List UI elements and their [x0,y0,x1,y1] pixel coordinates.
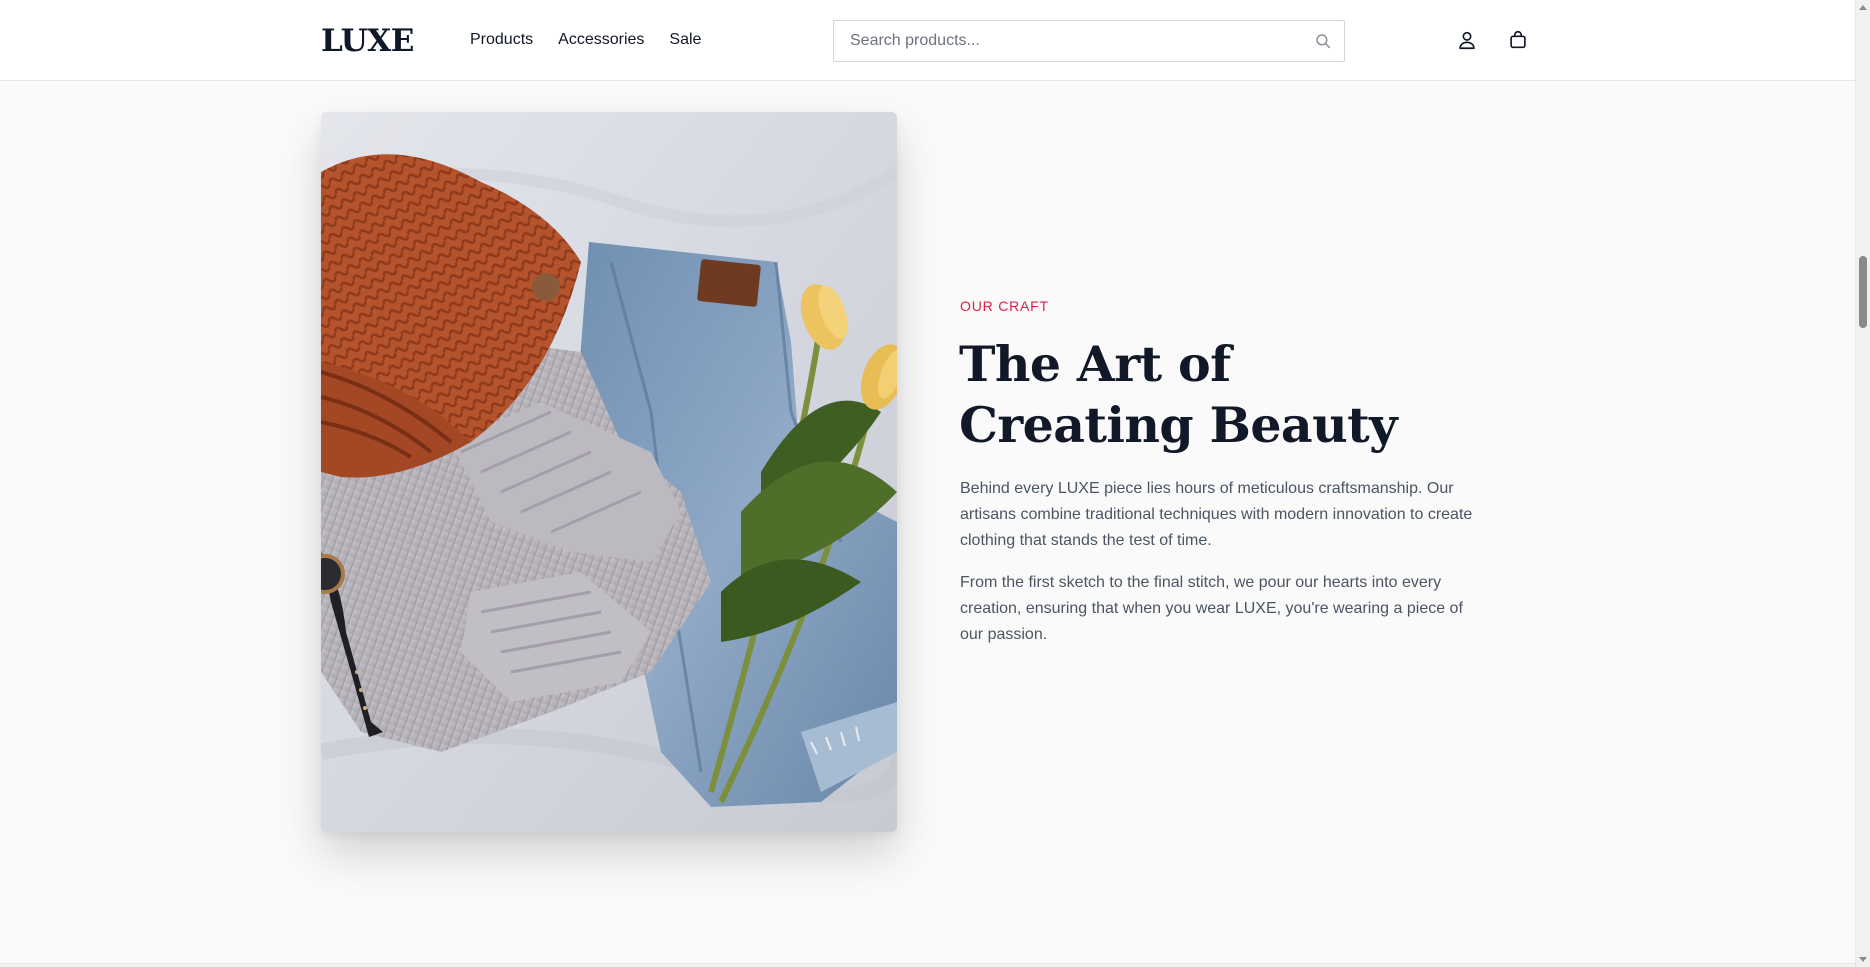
user-icon[interactable] [1456,29,1478,51]
page: LUXE Products Accessories Sale Search pr… [0,0,1870,967]
search-box [833,20,1345,62]
craft-paragraph-1: Behind every LUXE piece lies hours of me… [960,480,1473,549]
scroll-down-arrow-icon[interactable] [1859,957,1867,962]
flat-lay-illustration [321,112,897,832]
search-input[interactable] [835,22,1300,60]
section-eyebrow: OUR CRAFT [960,298,1049,314]
shopping-bag-icon[interactable] [1507,29,1529,51]
craft-paragraph-2: From the first sketch to the final stitc… [960,574,1463,643]
nav-link-products[interactable]: Products [470,30,533,50]
search-icon[interactable] [1314,32,1332,50]
site-logo[interactable]: LUXE [321,22,414,60]
page-scrollbar[interactable] [1855,0,1870,967]
nav-link-accessories[interactable]: Accessories [558,30,644,50]
scrollbar-thumb[interactable] [1859,256,1867,328]
craft-image [321,112,897,832]
main-nav: Products Accessories Sale [470,30,701,50]
site-header: LUXE Products Accessories Sale [0,0,1855,81]
nav-link-sale[interactable]: Sale [669,30,701,50]
section-title: The Art of Creating Beauty [959,335,1398,454]
page-bottom-divider [0,963,1855,967]
scroll-up-arrow-icon[interactable] [1859,5,1867,10]
